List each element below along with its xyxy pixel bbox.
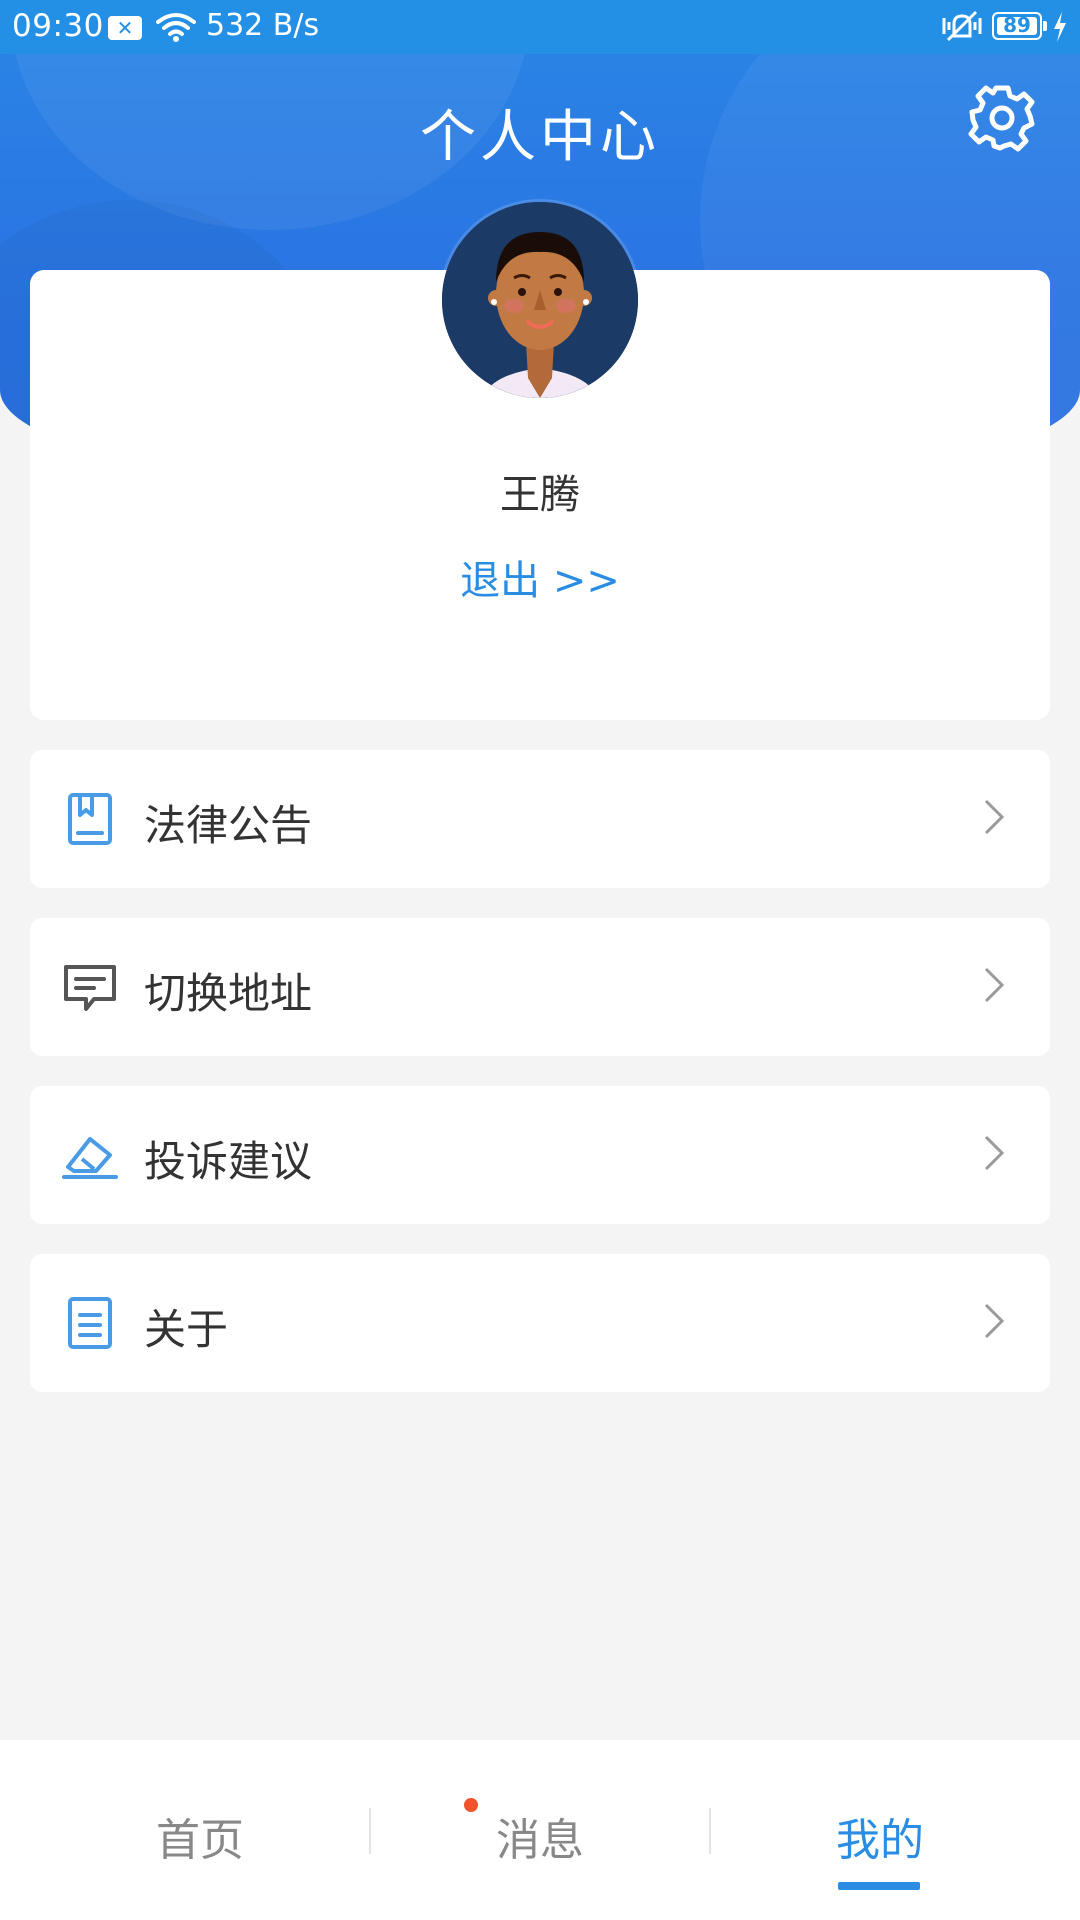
- charging-bolt-icon: [1054, 12, 1066, 42]
- document-icon: [68, 1297, 112, 1349]
- logout-link[interactable]: 退出 >>: [30, 548, 1050, 606]
- unread-badge-dot: [464, 1798, 478, 1812]
- menu-item-complaints[interactable]: 投诉建议: [30, 1086, 1050, 1224]
- menu-item-switch-address[interactable]: 切换地址: [30, 918, 1050, 1056]
- battery-level: 89: [1003, 13, 1031, 37]
- user-name: 王腾: [500, 472, 580, 518]
- menu-item-label: 关于: [144, 1305, 229, 1354]
- chevron-right-icon: [984, 1303, 1005, 1339]
- menu-item-label: 法律公告: [144, 801, 313, 850]
- network-speed: 532 B/s: [206, 8, 320, 43]
- status-bar: 09:30 ✕ 532 B/s 89: [0, 0, 1080, 54]
- menu-item-legal-notice[interactable]: 法律公告: [30, 750, 1050, 888]
- message-box-icon: [64, 965, 116, 1011]
- gear-icon[interactable]: [968, 84, 1036, 152]
- menu-item-about[interactable]: 关于: [30, 1254, 1050, 1392]
- menu-item-label: 投诉建议: [144, 1137, 313, 1186]
- menu-item-label: 切换地址: [144, 969, 313, 1018]
- bookmark-document-icon: [68, 793, 112, 845]
- tab-divider: [709, 1808, 711, 1854]
- page-title: 个人中心: [420, 105, 660, 170]
- tab-mine[interactable]: 我的: [730, 1804, 1030, 1868]
- tab-divider: [369, 1808, 371, 1854]
- avatar-illustration-icon: [442, 202, 638, 398]
- status-time: 09:30: [12, 8, 104, 44]
- notification-x-icon: ✕: [108, 16, 142, 40]
- avatar[interactable]: [442, 202, 638, 398]
- tab-messages[interactable]: 消息: [390, 1804, 690, 1868]
- chevron-right-icon: [984, 1135, 1005, 1171]
- active-tab-indicator: [838, 1882, 920, 1890]
- bottom-nav: 首页 消息 我的: [0, 1740, 1080, 1920]
- battery-icon: 89: [992, 12, 1047, 40]
- tab-home[interactable]: 首页: [50, 1804, 350, 1868]
- chevron-right-icon: [984, 799, 1005, 835]
- chevron-right-icon: [984, 967, 1005, 1003]
- eraser-icon: [62, 1137, 118, 1179]
- vibrate-mute-icon: [942, 10, 982, 42]
- wifi-icon: [156, 13, 196, 42]
